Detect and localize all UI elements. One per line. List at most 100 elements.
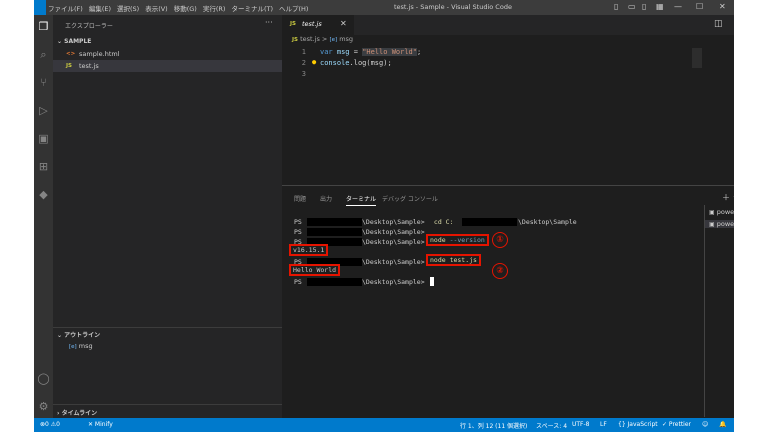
terminal-item[interactable]: ▣ powershell: [705, 220, 734, 228]
close-window-icon[interactable]: ✕: [719, 2, 726, 11]
file-item-sample-html[interactable]: <> sample.html: [53, 48, 282, 60]
window-title: test.js - Sample - Visual Studio Code: [394, 3, 512, 11]
more-actions-icon[interactable]: ···: [265, 18, 273, 27]
js-file-icon: JS: [290, 21, 297, 27]
timeline-header: タイムライン: [61, 410, 98, 417]
line-number: 2: [301, 59, 306, 67]
outline-item-msg[interactable]: [e] msg: [69, 342, 93, 350]
file-name: test.js: [79, 62, 99, 70]
explorer-sidebar: エクスプローラー ··· ⌄ SAMPLE <> sample.html JS …: [53, 15, 282, 418]
marker-1: ①: [492, 232, 508, 248]
menu-run[interactable]: 実行(R): [203, 3, 226, 13]
file-name: sample.html: [79, 50, 120, 58]
terminal-icon: ▣: [709, 221, 715, 228]
menu-file[interactable]: ファイル(F): [48, 3, 83, 13]
breadcrumb: JS test.js > [e] msg: [292, 35, 353, 43]
menu-go[interactable]: 移動(G): [174, 3, 197, 13]
highlight-version-output: v16.15.1: [289, 244, 329, 256]
menu-edit[interactable]: 編集(E): [89, 3, 111, 13]
notifications-icon[interactable]: 🔔: [719, 421, 726, 428]
tab-output[interactable]: 出力: [320, 194, 332, 203]
variable-symbol-icon: [e]: [69, 344, 77, 350]
timeline-section[interactable]: › タイムライン: [57, 408, 97, 417]
redacted-path: [462, 218, 517, 226]
outline-section[interactable]: ⌄ アウトライン: [57, 330, 100, 339]
lightbulb-icon[interactable]: ●: [312, 58, 316, 66]
code-line-2: console.log(msg);: [320, 59, 392, 67]
extensions-icon[interactable]: ⊞: [36, 159, 51, 174]
explorer-icon[interactable]: ❐: [36, 19, 51, 34]
redacted-path: [307, 278, 362, 286]
js-file-icon: JS: [292, 37, 299, 43]
terminal-path: \Desktop\Sample>: [362, 278, 425, 286]
line-number: 1: [301, 48, 306, 56]
code-editor[interactable]: 1 2 3 var msg = "Hello World"; console.l…: [282, 46, 702, 181]
vscode-window: ファイル(F) 編集(E) 選択(S) 表示(V) 移動(G) 実行(R) ター…: [34, 0, 734, 432]
terminal-list: ▣ powershell ▣ powershell: [704, 205, 734, 417]
chevron-down-icon[interactable]: ⌄: [732, 191, 734, 200]
terminal-icon: ▣: [709, 209, 715, 216]
variable-symbol-icon: [e]: [329, 37, 338, 43]
outline-item-label: msg: [78, 342, 93, 350]
account-icon[interactable]: ◯: [36, 371, 51, 386]
breadcrumb-separator: >: [321, 35, 328, 43]
tab-test-js[interactable]: JS test.js ✕: [282, 15, 354, 35]
highlight-node-version: node --version: [426, 234, 489, 246]
prettier-status[interactable]: ✓ Prettier: [662, 421, 691, 428]
title-bar: ファイル(F) 編集(E) 選択(S) 表示(V) 移動(G) 実行(R) ター…: [34, 0, 734, 15]
run-debug-icon[interactable]: ▷: [36, 103, 51, 118]
line-number: 3: [301, 70, 306, 78]
folder-section[interactable]: ⌄ SAMPLE: [57, 37, 91, 45]
tab-terminal[interactable]: ターミナル: [346, 194, 377, 206]
terminal-arg: \Desktop\Sample: [518, 218, 577, 226]
bottom-panel: 問題 出力 ターミナル デバッグ コンソール ＋ ⌄ 🗑 ︿ ✕ PS \Des…: [282, 185, 734, 419]
menu-bar: ファイル(F) 編集(E) 選択(S) 表示(V) 移動(G) 実行(R) ター…: [48, 3, 308, 13]
breadcrumb-symbol[interactable]: msg: [339, 35, 353, 43]
file-item-test-js[interactable]: JS test.js: [53, 60, 282, 72]
terminal-prompt: PS: [294, 228, 302, 236]
settings-gear-icon[interactable]: ⚙: [36, 399, 51, 414]
encoding-status[interactable]: UTF-8: [572, 421, 590, 428]
html-file-icon: <>: [66, 51, 76, 57]
terminal-path: \Desktop\Sample>: [362, 228, 425, 236]
minify-status[interactable]: ✕ Minify: [88, 421, 113, 428]
docker-icon[interactable]: ◆: [36, 187, 51, 202]
customize-layout-icon[interactable]: ▦: [656, 2, 664, 11]
eol-status[interactable]: LF: [600, 421, 607, 428]
highlight-node-test: node test.js: [426, 254, 481, 266]
code-line-1: var msg = "Hello World";: [320, 48, 422, 56]
add-terminal-icon[interactable]: ＋: [722, 192, 730, 203]
js-file-icon: JS: [66, 63, 73, 69]
menu-help[interactable]: ヘルプ(H): [279, 3, 308, 13]
indentation-status[interactable]: スペース: 4: [536, 421, 567, 430]
remote-explorer-icon[interactable]: ▣: [36, 131, 51, 146]
cursor-position[interactable]: 行 1、列 12 (11 個選択): [460, 421, 527, 430]
marker-2: ②: [492, 263, 508, 279]
redacted-path: [307, 218, 362, 226]
sidebar-toggle-icon[interactable]: ▯: [642, 2, 646, 11]
maximize-icon[interactable]: ☐: [696, 2, 703, 11]
highlight-hello-output: Hello World: [289, 264, 341, 276]
breadcrumb-file[interactable]: test.js: [300, 35, 320, 43]
language-mode[interactable]: {} JavaScript: [618, 421, 658, 428]
split-editor-icon[interactable]: ◫: [714, 19, 723, 29]
problems-status[interactable]: ⊗0 ⚠0: [40, 421, 60, 428]
close-tab-icon[interactable]: ✕: [340, 19, 347, 28]
search-icon[interactable]: ⌕: [36, 47, 51, 62]
menu-selection[interactable]: 選択(S): [117, 3, 139, 13]
terminal-item[interactable]: ▣ powershell: [709, 208, 734, 216]
menu-view[interactable]: 表示(V): [145, 3, 168, 13]
tab-problems[interactable]: 問題: [294, 194, 306, 203]
folder-name: SAMPLE: [64, 38, 92, 45]
terminal-path: \Desktop\Sample>: [362, 238, 425, 246]
layout-toggle-icon[interactable]: ▯: [614, 2, 618, 11]
explorer-header: エクスプローラー: [65, 23, 113, 30]
terminal-path: \Desktop\Sample>: [362, 218, 425, 226]
feedback-icon[interactable]: ☺: [702, 421, 708, 428]
tab-debug-console[interactable]: デバッグ コンソール: [382, 194, 438, 203]
menu-terminal[interactable]: ターミナル(T): [231, 3, 273, 13]
minimize-icon[interactable]: —: [674, 2, 682, 11]
redacted-path: [307, 228, 362, 236]
source-control-icon[interactable]: ⑂: [36, 75, 51, 90]
panel-toggle-icon[interactable]: ▭: [628, 2, 636, 11]
